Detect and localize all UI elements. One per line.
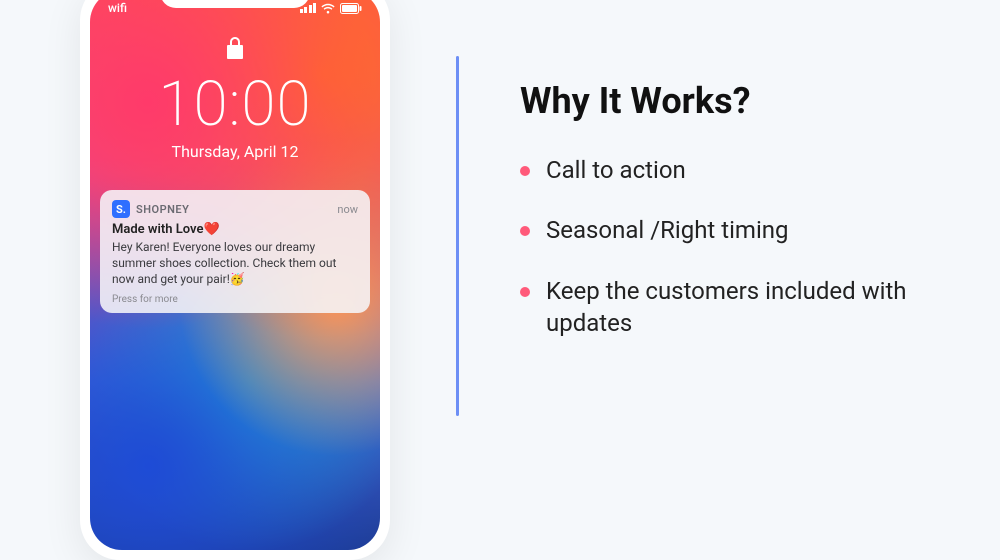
list-item-text: Call to action xyxy=(546,154,686,186)
bullet-dot-icon xyxy=(520,287,530,297)
lock-date: Thursday, April 12 xyxy=(90,142,380,161)
phone-frame: wifi 10:00 Thursd xyxy=(80,0,390,560)
status-right xyxy=(235,3,362,14)
signal-icon xyxy=(300,3,317,13)
status-wifi-label: wifi xyxy=(108,1,235,15)
notification-footer: Press for more xyxy=(112,294,358,305)
phone-screen: wifi 10:00 Thursd xyxy=(90,0,380,550)
notification-header: S. SHOPNEY now xyxy=(112,200,358,218)
list-item-text: Seasonal /Right timing xyxy=(546,214,789,246)
lock-screen: 10:00 Thursday, April 12 xyxy=(90,0,380,161)
app-icon: S. xyxy=(112,200,130,218)
lock-icon xyxy=(90,36,380,60)
app-name: SHOPNEY xyxy=(136,203,189,216)
status-bar: wifi xyxy=(90,0,380,20)
notification-body: Hey Karen! Everyone loves our dreamy sum… xyxy=(112,239,358,288)
notification-card[interactable]: S. SHOPNEY now Made with Love❤️ Hey Kare… xyxy=(100,190,370,313)
phone-mockup: wifi 10:00 Thursd xyxy=(80,0,390,560)
vertical-divider xyxy=(456,56,459,416)
heading: Why It Works? xyxy=(520,80,960,122)
list-item-text: Keep the customers included with updates xyxy=(546,275,960,340)
bullet-dot-icon xyxy=(520,166,530,176)
list-item: Keep the customers included with updates xyxy=(520,275,960,340)
list-item: Seasonal /Right timing xyxy=(520,214,960,246)
list-item: Call to action xyxy=(520,154,960,186)
notification-time: now xyxy=(337,203,358,216)
bullet-dot-icon xyxy=(520,226,530,236)
bullet-list: Call to action Seasonal /Right timing Ke… xyxy=(520,154,960,340)
notification-title: Made with Love❤️ xyxy=(112,222,358,237)
content-panel: Why It Works? Call to action Seasonal /R… xyxy=(520,80,960,368)
wifi-icon xyxy=(321,3,335,14)
battery-icon xyxy=(340,3,362,14)
lock-time: 10:00 xyxy=(90,74,380,136)
